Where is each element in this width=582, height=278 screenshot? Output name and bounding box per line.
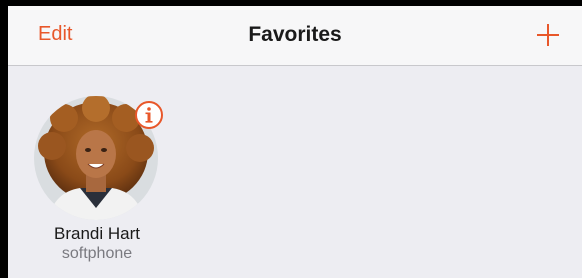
contact-subtitle: softphone [61, 245, 133, 262]
app-window: Edit Favorites Brandi Hart softphone [8, 6, 582, 278]
contact-name: Brandi Hart [54, 224, 140, 243]
navigation-bar: Edit Favorites [8, 6, 582, 66]
info-icon[interactable] [134, 100, 164, 130]
plus-icon[interactable] [535, 22, 561, 48]
page-title: Favorites [248, 23, 342, 46]
